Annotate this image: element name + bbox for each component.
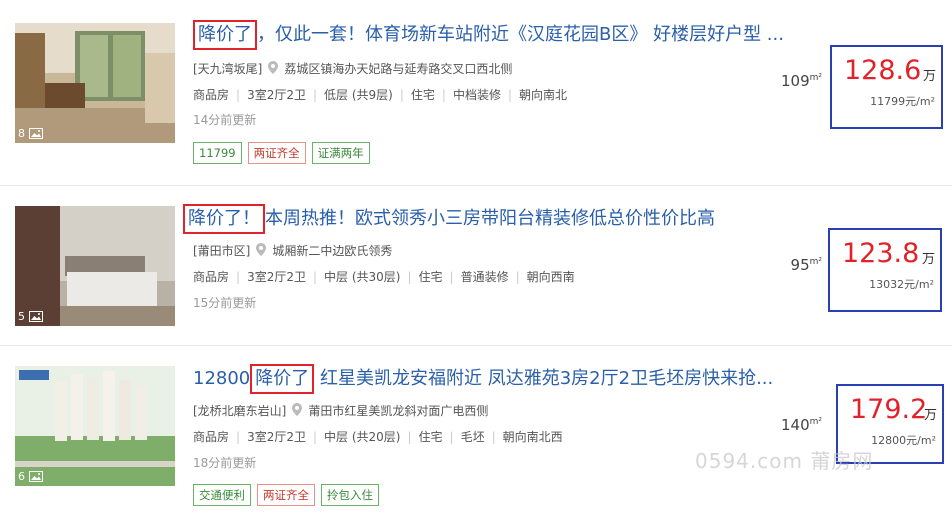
tag: 两证齐全	[257, 484, 315, 506]
listing-thumbnail[interactable]: 8	[15, 23, 175, 143]
listing-area: 109m²	[762, 72, 822, 90]
listing-title-text: 本周热推！欧式领秀小三房带阳台精装修低总价性价比高	[265, 208, 715, 229]
bedroom-photo	[15, 206, 175, 326]
unit-price: 13032元/m²	[869, 278, 934, 291]
unit-price: 11799元/m²	[870, 95, 935, 108]
listing-address: [天九湾坂尾] 荔城区镇海办天妃路与延寿路交叉口西北侧	[193, 60, 512, 77]
price-cut-highlight: 降价了	[193, 20, 257, 50]
photo-count-number: 5	[18, 310, 25, 323]
price-unit: 万	[921, 252, 935, 267]
info-item: 朝向南北西	[502, 430, 563, 444]
community-link[interactable]: [莆田市区]	[193, 242, 250, 259]
area-unit: m²	[809, 257, 822, 267]
community-link[interactable]: [龙桥北磨东岩山]	[193, 402, 286, 419]
photo-count: 5	[18, 310, 43, 323]
listing-title-text: ，仅此一套！体育场新车站附近《汉庭花园B区》 好楼层好户型 ...	[257, 24, 784, 45]
info-item: 中层 (共20层)	[324, 430, 401, 444]
listing-address: [莆田市区] 城厢新二中边欧氏领秀	[193, 242, 392, 259]
tag: 两证齐全	[247, 142, 306, 164]
photo-count: 8	[18, 127, 43, 140]
info-item: 住宅	[418, 430, 443, 444]
listing-card[interactable]: 5 降价了！ 本周热推！欧式领秀小三房带阳台精装修低总价性价比高 [莆田市区] 城…	[0, 186, 952, 346]
info-item: 商品房	[193, 270, 230, 284]
site-watermark: 0594.com 莆房网	[695, 449, 874, 473]
info-item: 毛坯	[460, 430, 485, 444]
listing-info: 商品房 | 3室2厅2卫 | 低层 (共9层) | 住宅 | 中档装修 | 朝向南北	[193, 88, 568, 102]
address-text: 城厢新二中边欧氏领秀	[272, 244, 393, 258]
listing-thumbnail[interactable]: 6	[15, 366, 175, 486]
location-pin-icon	[268, 60, 279, 77]
info-item: 3室2厅2卫	[247, 270, 306, 284]
info-item: 朝向南北	[519, 88, 568, 102]
tag: 证满两年	[311, 142, 370, 164]
price-cut-highlight: 降价了！	[183, 204, 265, 234]
info-item: 低层 (共9层)	[324, 88, 393, 102]
price-unit: 万	[922, 69, 936, 84]
address-text: 荔城区镇海办天妃路与延寿路交叉口西北侧	[284, 62, 513, 76]
area-value: 109	[780, 72, 810, 90]
update-time: 14分前更新	[193, 113, 257, 127]
title-prefix: 12800	[193, 368, 251, 389]
info-item: 商品房	[193, 430, 230, 444]
listing-title-text: 红星美凯龙安福附近 凤达雅苑3房2厅2卫毛坯房快来抢...	[314, 368, 774, 389]
listing-card[interactable]: 6 12800 降价了 红星美凯龙安福附近 凤达雅苑3房2厅2卫毛坯房快来抢...…	[0, 346, 952, 506]
update-time: 18分前更新	[193, 456, 257, 470]
price-box: 128.6 万 11799元/m²	[830, 45, 943, 129]
development-render-photo	[15, 366, 175, 486]
info-item: 普通装修	[460, 270, 509, 284]
location-pin-icon	[292, 402, 303, 419]
info-item: 住宅	[418, 270, 443, 284]
tag: 交通便利	[193, 484, 251, 506]
tag-list: 11799 两证齐全 证满两年	[193, 142, 370, 164]
location-pin-icon	[256, 242, 267, 259]
listing-info: 商品房 | 3室2厅2卫 | 中层 (共20层) | 住宅 | 毛坯 | 朝向南北西	[193, 430, 563, 444]
info-item: 中层 (共30层)	[324, 270, 401, 284]
update-time: 15分前更新	[193, 296, 257, 310]
price-unit: 万	[923, 408, 937, 423]
info-item: 住宅	[410, 88, 435, 102]
image-icon	[29, 128, 43, 139]
listing-title[interactable]: 12800 降价了 红星美凯龙安福附近 凤达雅苑3房2厅2卫毛坯房快来抢...	[193, 364, 773, 394]
unit-price: 12800元/m²	[871, 434, 936, 447]
listing-thumbnail[interactable]: 5	[15, 206, 175, 326]
tag: 拎包入住	[321, 484, 379, 506]
info-item: 中档装修	[452, 88, 501, 102]
info-item: 3室2厅2卫	[247, 430, 306, 444]
listing-address: [龙桥北磨东岩山] 莆田市红星美凯龙斜对面广电西侧	[193, 402, 488, 419]
info-item: 3室2厅2卫	[247, 88, 306, 102]
listing-title[interactable]: 降价了！ 本周热推！欧式领秀小三房带阳台精装修低总价性价比高	[183, 204, 715, 234]
price-cut-highlight: 降价了	[250, 364, 315, 394]
image-icon	[29, 311, 43, 322]
info-item: 朝向西南	[526, 270, 575, 284]
listing-area: 140m²	[762, 416, 822, 434]
listing-card[interactable]: 8 降价了 ，仅此一套！体育场新车站附近《汉庭花园B区》 好楼层好户型 ... […	[0, 0, 952, 164]
listing-title[interactable]: 降价了 ，仅此一套！体育场新车站附近《汉庭花园B区》 好楼层好户型 ...	[193, 20, 784, 50]
photo-count: 6	[18, 470, 43, 483]
address-text: 莆田市红星美凯龙斜对面广电西侧	[308, 404, 489, 418]
total-price: 179.2	[850, 394, 928, 425]
info-item: 商品房	[193, 88, 230, 102]
image-icon	[29, 471, 43, 482]
photo-count-number: 6	[18, 470, 25, 483]
area-unit: m²	[809, 417, 822, 427]
area-value: 95	[790, 256, 810, 274]
photo-count-number: 8	[18, 127, 25, 140]
area-value: 140	[780, 416, 810, 434]
tag: 11799	[193, 142, 242, 164]
listing-info: 商品房 | 3室2厅2卫 | 中层 (共30层) | 住宅 | 普通装修 | 朝向西南	[193, 270, 575, 284]
listing-area: 95m²	[762, 256, 822, 274]
total-price: 128.6	[844, 55, 922, 86]
community-link[interactable]: [天九湾坂尾]	[193, 60, 262, 77]
tag-list: 交通便利 两证齐全 拎包入住	[193, 484, 379, 506]
area-unit: m²	[809, 73, 822, 83]
living-room-photo	[15, 23, 175, 143]
total-price: 123.8	[842, 238, 920, 269]
price-box: 123.8 万 13032元/m²	[828, 228, 942, 312]
